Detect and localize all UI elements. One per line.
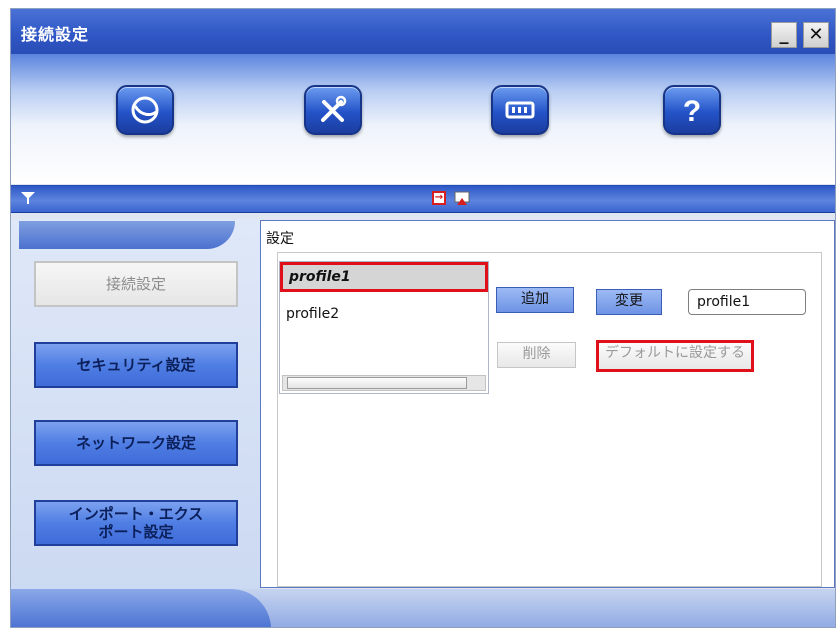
title-bar: 接続設定 _ ✕ [11,9,835,54]
tools-button[interactable] [304,85,362,135]
connect-button[interactable] [116,85,174,135]
device-button[interactable] [491,85,549,135]
close-button[interactable]: ✕ [803,22,829,48]
sidebar-item-connection-settings[interactable]: 接続設定 [34,261,238,307]
help-button[interactable]: ? [663,85,721,135]
bottom-bar [11,589,835,627]
filter-icon[interactable] [19,189,37,207]
sidebar-item-security-settings[interactable]: セキュリティ設定 [34,342,238,388]
settings-group-label: 設定 [264,228,296,248]
svg-text:?: ? [683,95,701,128]
main-toolbar: ? [11,54,835,184]
horizontal-scrollbar[interactable] [282,375,486,391]
sidebar-item-import-export-settings[interactable]: インポート・エクス ポート設定 [34,500,238,546]
window-title: 接続設定 [21,25,90,44]
delete-button[interactable]: 削除 [497,342,576,368]
status-strip: → [11,185,835,213]
sidebar-tab-decoration [19,221,235,249]
profile-list-item-selected[interactable]: profile1 [280,262,488,292]
globe-icon [131,96,159,124]
profile-list-item[interactable]: profile2 [280,299,488,329]
set-default-button[interactable]: デフォルトに設定する [596,340,754,372]
change-button[interactable]: 変更 [596,289,662,315]
scrollbar-thumb[interactable] [287,377,467,389]
tools-icon [321,95,347,122]
device-icon [505,101,535,119]
help-icon: ? [683,95,701,128]
bottom-tab-decoration [11,589,271,627]
sidebar: 接続設定 セキュリティ設定 ネットワーク設定 インポート・エクス ポート設定 [11,219,261,619]
flag-icon[interactable] [454,191,470,207]
sidebar-item-network-settings[interactable]: ネットワーク設定 [34,420,238,466]
minimize-button[interactable]: _ [771,22,797,48]
profile-list[interactable]: profile1 profile2 [279,261,489,394]
add-button[interactable]: 追加 [496,287,574,313]
exit-icon[interactable]: → [432,191,446,205]
profile-name-input[interactable]: profile1 [688,289,806,315]
